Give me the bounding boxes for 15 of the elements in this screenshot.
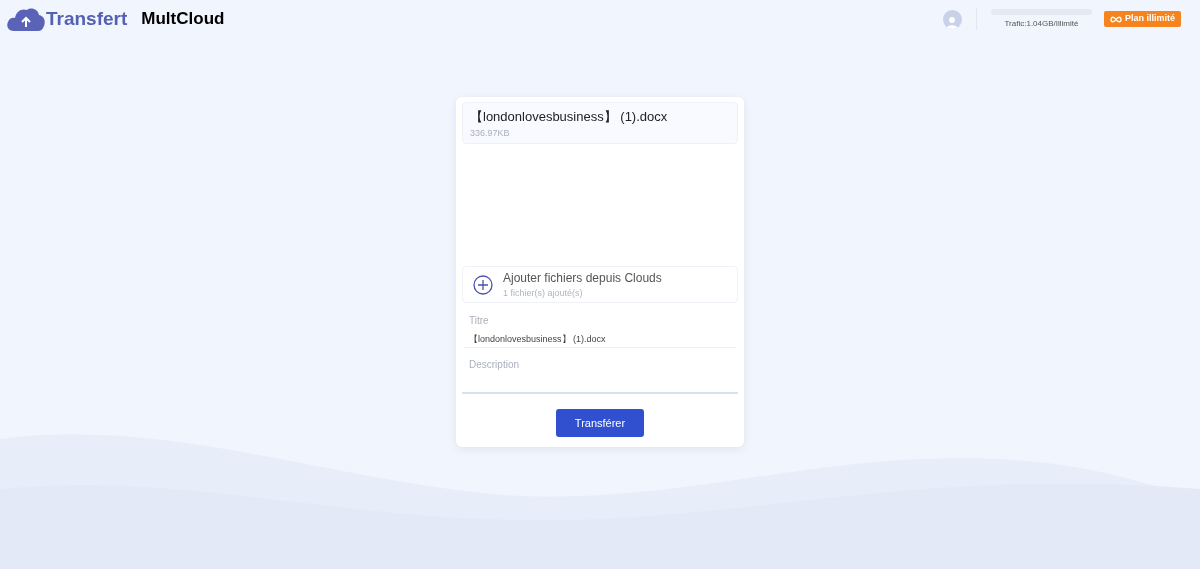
infinity-icon xyxy=(1110,15,1122,23)
add-icon xyxy=(473,274,493,295)
title-input[interactable]: 【londonlovesbusiness】 (1).docx xyxy=(464,331,736,348)
file-size: 336.97KB xyxy=(470,126,511,140)
add-files-title: Ajouter fichiers depuis Clouds xyxy=(503,269,662,287)
traffic-label: Trafic:1.04GB/Illimité xyxy=(1004,17,1079,30)
added-count: 1 fichier(s) ajouté(s) xyxy=(503,286,584,300)
description-input[interactable]: Description xyxy=(462,354,738,394)
app-name: MultCloud xyxy=(141,8,225,31)
logo-text: Transfert xyxy=(46,6,128,31)
avatar-icon[interactable] xyxy=(943,9,962,29)
file-name: 【londonlovesbusiness】 (1).docx xyxy=(470,108,669,126)
title-label: Titre xyxy=(468,314,490,328)
transfer-button[interactable]: Transférer xyxy=(556,409,644,437)
add-files-button[interactable]: Ajouter fichiers depuis Clouds 1 fichier(s) ajouté(s) xyxy=(462,266,738,303)
